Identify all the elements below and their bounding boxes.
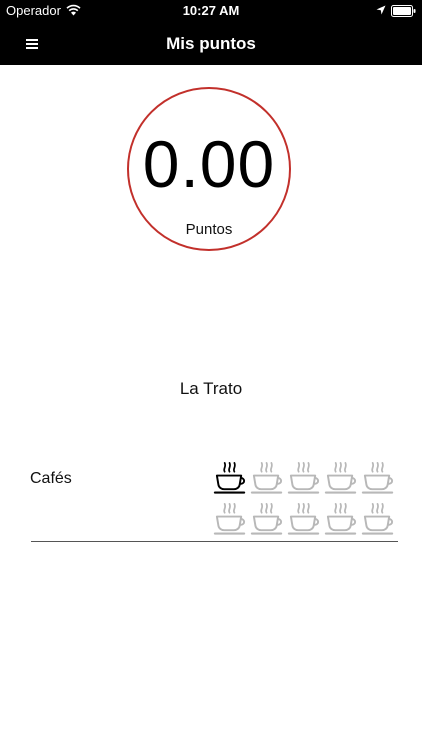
navigation-bar: Mis puntos: [0, 22, 422, 65]
battery-icon: [391, 5, 416, 17]
page-title: Mis puntos: [166, 34, 256, 53]
points-circle: 0.00 Puntos: [127, 87, 291, 251]
location-arrow-icon: [376, 5, 386, 15]
coffee-cup-empty-icon: [361, 503, 394, 535]
coffee-cup-empty-icon: [250, 462, 283, 494]
coffee-cup-filled-icon: [213, 462, 246, 494]
coffee-cup-empty-icon: [213, 503, 246, 535]
screen: Operador 10:27 AM Mis puntos 0.00 Puntos…: [0, 0, 422, 750]
coffee-cup-empty-icon: [250, 503, 283, 535]
coffee-cup-empty-icon: [287, 503, 320, 535]
coffee-cup-empty-icon: [361, 462, 394, 494]
status-bar: Operador 10:27 AM: [0, 0, 422, 22]
card-divider: [31, 541, 398, 542]
store-name: La Trato: [179, 379, 243, 398]
coffee-cup-empty-icon: [324, 462, 357, 494]
points-label: Puntos: [185, 221, 233, 238]
coffee-card-label: Cafés: [30, 470, 72, 487]
points-value: 0.00: [142, 127, 276, 201]
coffee-cup-empty-icon: [324, 503, 357, 535]
coffee-cup-empty-icon: [287, 462, 320, 494]
status-time: 10:27 AM: [182, 3, 240, 18]
coffee-stamp-grid: [213, 461, 398, 535]
